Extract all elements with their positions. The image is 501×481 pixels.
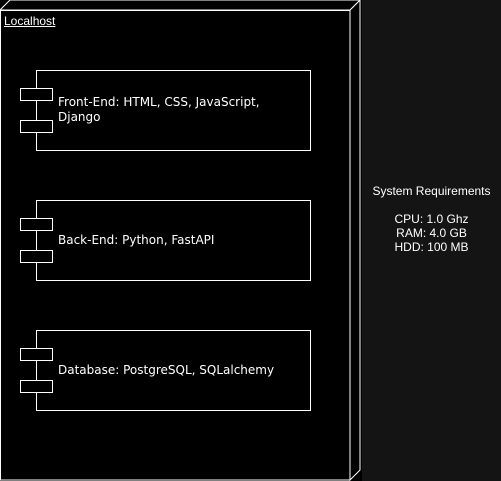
component-port-icon: [20, 348, 53, 361]
frontend-component-label: Front-End: HTML, CSS, JavaScript, Django: [58, 95, 260, 124]
system-requirements: System Requirements CPU: 1.0 Ghz RAM: 4.…: [362, 184, 501, 254]
requirement-ram: RAM: 4.0 GB: [396, 226, 467, 240]
node-title: Localhost: [4, 14, 56, 28]
backend-component-label: Back-End: Python, FastAPI: [58, 233, 215, 247]
node-top-face: [0, 0, 361, 11]
component-port-icon: [20, 88, 53, 101]
database-component-label: Database: PostgreSQL, SQLalchemy: [58, 363, 275, 377]
requirement-cpu: CPU: 1.0 Ghz: [394, 212, 469, 226]
node-side-face: [349, 0, 361, 481]
component-port-icon: [20, 218, 53, 231]
requirements-title: System Requirements: [372, 184, 491, 198]
component-port-icon: [20, 380, 53, 393]
component-port-icon: [20, 250, 53, 263]
requirement-hdd: HDD: 100 MB: [394, 240, 469, 254]
component-port-icon: [20, 120, 53, 133]
